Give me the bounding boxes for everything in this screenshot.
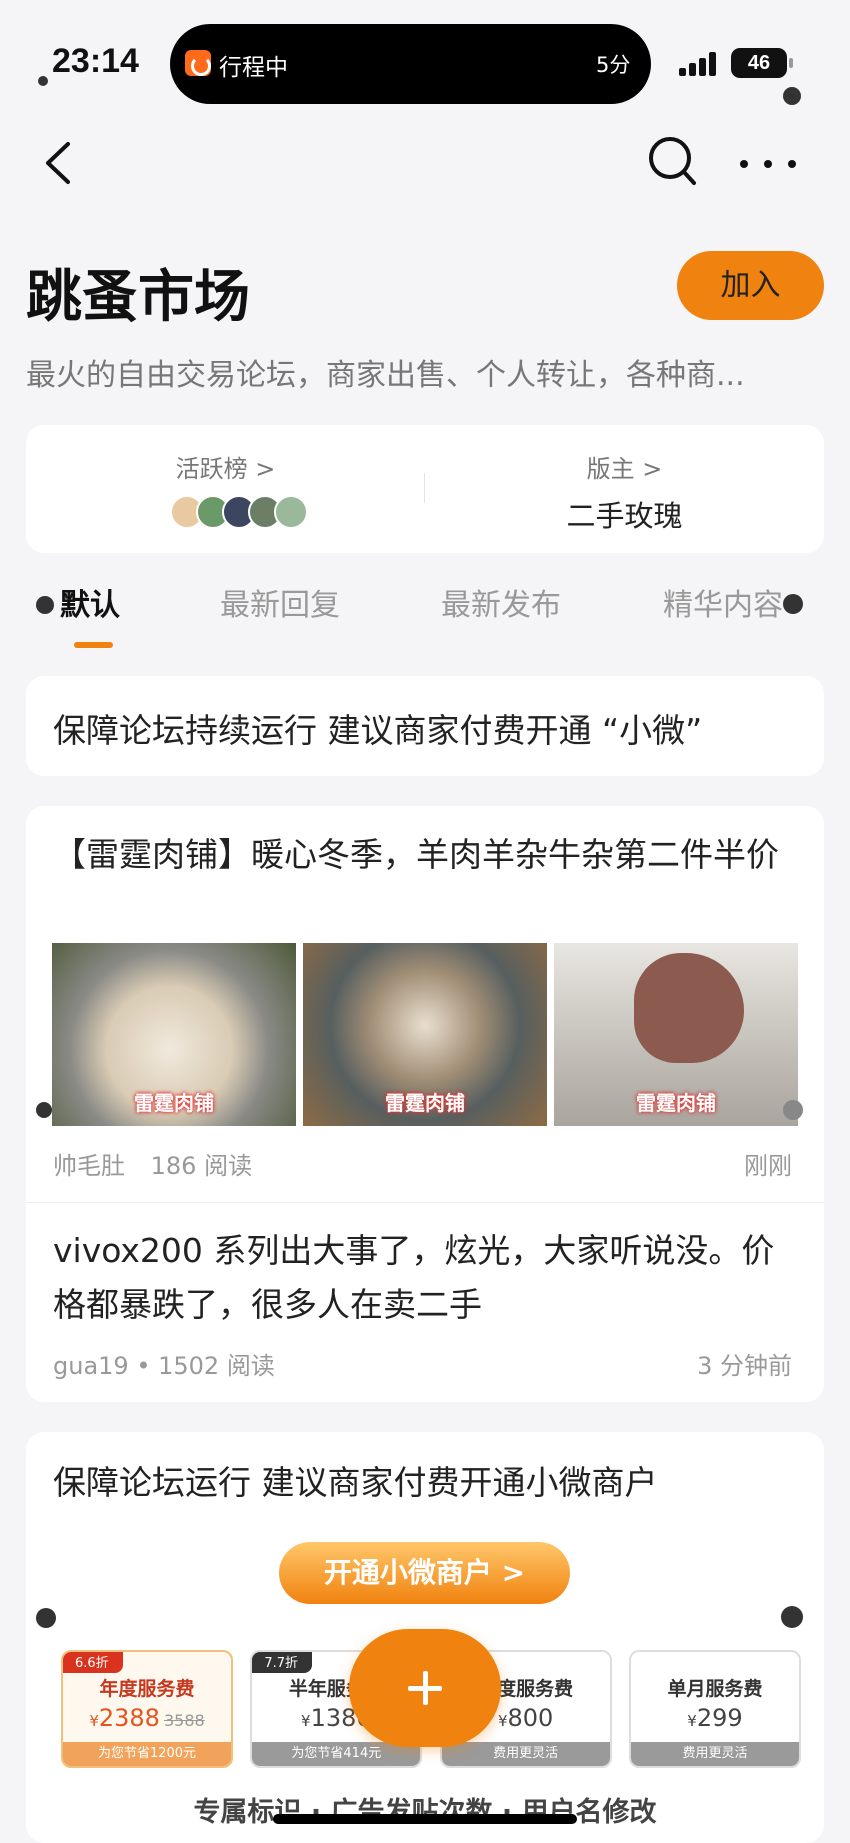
indicator-dot — [783, 594, 803, 614]
read-count: 186 阅读 — [150, 1152, 253, 1180]
plan-price: ¥299 — [687, 1704, 743, 1732]
post-image-row: 雷霆肉铺 雷霆肉铺 雷霆肉铺 — [52, 943, 798, 1126]
notice-card[interactable]: 保障论坛持续运行 建议商家付费开通 “小微” — [26, 676, 824, 776]
image-caption: 雷霆肉铺 — [636, 1091, 716, 1115]
search-icon[interactable] — [648, 134, 698, 188]
tab-active-indicator — [74, 642, 113, 648]
discount-badge: 6.6折 — [63, 1652, 123, 1673]
image-caption: 雷霆肉铺 — [134, 1091, 214, 1115]
activity-time: 5分 — [596, 53, 631, 77]
forum-info-card: 活跃榜 > 版主 > 二手玫瑰 — [26, 425, 824, 553]
indicator-dot — [781, 1606, 803, 1628]
status-bar: 23:14 行程中 5分 46 — [0, 0, 850, 110]
join-button[interactable]: 加入 — [677, 251, 824, 320]
moderator-label[interactable]: 版主 > — [425, 449, 824, 484]
tab-latest-reply[interactable]: 最新回复 — [220, 580, 340, 624]
plan-savings: 费用更灵活 — [630, 1742, 799, 1766]
indicator-dot — [36, 1608, 56, 1628]
tab-bar: 默认 最新回复 最新发布 精华内容 — [26, 580, 824, 650]
post-author: 帅毛肚 186 阅读 — [53, 1146, 252, 1181]
notice-title[interactable]: 保障论坛运行 建议商家付费开通小微商户 — [53, 1456, 658, 1504]
divider — [26, 1202, 824, 1203]
forum-description: 最火的自由交易论坛，商家出售、个人转让，各种商... — [26, 358, 745, 393]
more-icon[interactable] — [740, 152, 796, 176]
signal-icon — [679, 50, 719, 76]
tab-default[interactable]: 默认 — [60, 580, 120, 624]
avatar — [274, 495, 308, 529]
indicator-dot — [38, 76, 48, 86]
activity-label: 行程中 — [219, 55, 288, 81]
indicator-dot — [783, 1100, 803, 1120]
indicator-dot — [783, 87, 801, 105]
plan-name: 单月服务费 — [667, 1678, 763, 1700]
post-image-bowl[interactable]: 雷霆肉铺 — [303, 943, 547, 1126]
status-time: 23:14 — [52, 42, 139, 80]
meat-shape — [634, 953, 744, 1063]
home-indicator[interactable] — [273, 1814, 577, 1824]
battery-icon: 46 — [731, 48, 793, 78]
open-merchant-button[interactable]: 开通小微商户 > — [279, 1542, 570, 1604]
post-time: 刚刚 — [744, 1152, 792, 1180]
tab-featured[interactable]: 精华内容 — [663, 580, 783, 624]
notice-title[interactable]: 保障论坛持续运行 建议商家付费开通 “小微” — [53, 704, 702, 752]
plan-name: 年度服务费 — [99, 1678, 195, 1700]
new-post-plus-icon[interactable] — [349, 1629, 501, 1747]
post-title[interactable]: vivox200 系列出大事了，炫光，大家听说没。价格都暴跌了，很多人在卖二手 — [53, 1224, 803, 1332]
image-caption: 雷霆肉铺 — [385, 1091, 465, 1115]
tab-latest-post[interactable]: 最新发布 — [441, 580, 561, 624]
post-image-soup[interactable]: 雷霆肉铺 — [52, 943, 296, 1126]
plan-savings: 费用更灵活 — [441, 1742, 610, 1766]
plan-annual[interactable]: 6.6折 年度服务费 ¥2388 3588 为您节省1200元 — [61, 1650, 233, 1768]
ride-app-icon — [185, 50, 211, 76]
active-rank-label[interactable]: 活跃榜 > — [26, 449, 425, 484]
post-meta: gua19 • 1502 阅读 — [53, 1352, 275, 1380]
indicator-dot — [36, 1102, 52, 1118]
moderator-section[interactable]: 版主 > 二手玫瑰 — [425, 425, 824, 553]
active-user-avatars[interactable] — [170, 495, 308, 529]
post-time: 3 分钟前 — [697, 1352, 792, 1380]
discount-badge: 7.7折 — [252, 1652, 313, 1673]
plan-price: ¥2388 3588 — [89, 1704, 205, 1732]
post-list-card: 【雷霆肉铺】暖心冬季，羊肉羊杂牛杂第二件半价 雷霆肉铺 雷霆肉铺 雷霆肉铺 帅毛… — [26, 806, 824, 1402]
plan-savings: 为您节省1200元 — [63, 1742, 231, 1766]
moderator-name[interactable]: 二手玫瑰 — [425, 493, 824, 535]
author-name[interactable]: 帅毛肚 — [53, 1152, 125, 1180]
post-image-meat[interactable]: 雷霆肉铺 — [554, 943, 798, 1126]
back-chevron-icon[interactable] — [40, 140, 76, 186]
plan-monthly[interactable]: 单月服务费 ¥299 费用更灵活 — [628, 1650, 801, 1768]
post-title[interactable]: 【雷霆肉铺】暖心冬季，羊肉羊杂牛杂第二件半价 — [53, 828, 803, 882]
forum-title: 跳蚤市场 — [26, 265, 250, 330]
active-rank-section[interactable]: 活跃榜 > — [26, 425, 425, 553]
